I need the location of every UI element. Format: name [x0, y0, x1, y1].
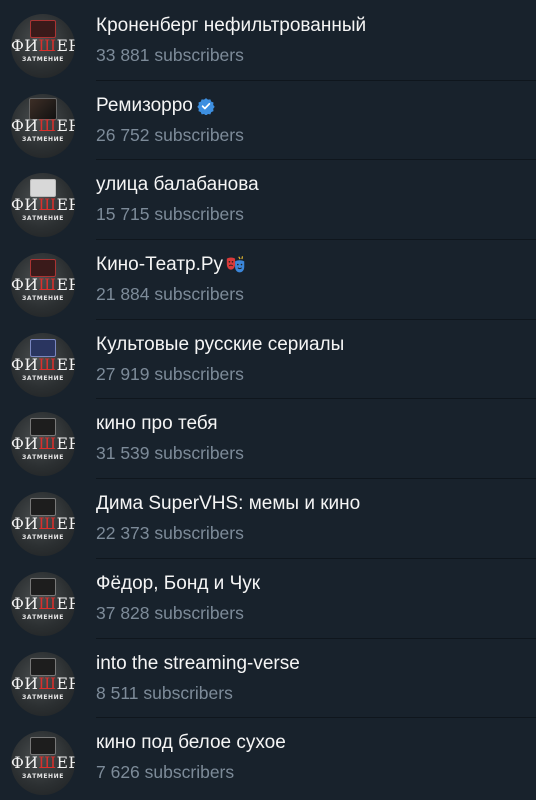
channel-avatar: ФИШЕР ЗАТМЕНИЕ — [11, 651, 75, 716]
channel-title: Кроненберг нефильтрованный — [96, 15, 367, 36]
avatar-subtitle: ЗАТМЕНИЕ — [21, 215, 64, 223]
avatar-thumbnail — [30, 577, 56, 596]
avatar-thumbnail — [30, 737, 56, 756]
channel-avatar: ФИШЕР ЗАТМЕНИЕ — [11, 332, 75, 397]
avatar-subtitle: ЗАТМЕНИЕ — [21, 135, 64, 143]
channel-avatar: ФИШЕР ЗАТМЕНИЕ — [11, 253, 75, 318]
channel-title: улица балабанова — [96, 174, 259, 196]
channel-title: Культовые русские сериалы — [96, 333, 345, 355]
avatar-subtitle: ЗАТМЕНИЕ — [21, 374, 64, 382]
avatar-subtitle: ЗАТМЕНИЕ — [21, 295, 64, 303]
channel-title: Дима SuperVHS: мемы и кино — [96, 493, 361, 515]
channel-avatar: ФИШЕР ЗАТМЕНИЕ — [11, 731, 75, 796]
channel-row[interactable]: ФИШЕР ЗАТМЕНИЕ Культовые русские сериалы… — [0, 318, 536, 399]
avatar-thumbnail — [30, 20, 56, 38]
avatar-brand: ФИШЕР — [11, 594, 75, 613]
channel-avatar: ФИШЕР ЗАТМЕНИЕ — [11, 173, 75, 238]
channel-avatar: ФИШЕР ЗАТМЕНИЕ — [11, 492, 75, 557]
channel-title: кино под белое сухое — [96, 732, 286, 754]
subscriber-count: 37 828 subscribers — [96, 602, 244, 623]
avatar-brand: ФИШЕР — [11, 37, 75, 55]
subscriber-count: 8 511 subscribers — [96, 682, 233, 703]
channel-row[interactable]: ФИШЕР ЗАТМЕНИЕ улица балабанова 15 715 s… — [0, 159, 536, 239]
subscriber-count: 33 881 subscribers — [96, 45, 244, 65]
channel-title: кино про тебя — [96, 413, 218, 435]
avatar-subtitle: ЗАТМЕНИЕ — [21, 534, 64, 542]
avatar-subtitle: ЗАТМЕНИЕ — [21, 773, 64, 781]
channel-row[interactable]: ФИШЕР ЗАТМЕНИЕ Дима SuperVHS: мемы и кин… — [0, 478, 536, 558]
avatar-brand: ФИШЕР — [11, 116, 75, 135]
channel-row[interactable]: ФИШЕР ЗАТМЕНИЕ Кино-Театр.Ру 21 884 subs… — [0, 239, 536, 319]
subscriber-count: 15 715 subscribers — [96, 204, 244, 225]
avatar-brand: ФИШЕР — [11, 355, 75, 374]
subscriber-count: 31 539 subscribers — [96, 443, 244, 464]
channel-list: ФИШЕР ЗАТМЕНИЕ Кроненберг нефильтрованны… — [0, 0, 536, 800]
avatar-brand: ФИШЕР — [11, 754, 75, 773]
avatar-brand: ФИШЕР — [11, 435, 75, 454]
channel-avatar: ФИШЕР ЗАТМЕНИЕ — [11, 412, 75, 477]
avatar-brand: ФИШЕР — [11, 196, 75, 215]
verified-badge-icon — [197, 97, 215, 115]
avatar-subtitle: ЗАТМЕНИЕ — [21, 613, 64, 621]
avatar-brand: ФИШЕР — [11, 674, 75, 693]
subscriber-count: 7 626 subscribers — [96, 762, 235, 783]
channel-row[interactable]: ФИШЕР ЗАТМЕНИЕ into the streaming-verse … — [0, 637, 536, 718]
subscriber-count: 21 884 subscribers — [96, 284, 244, 305]
channel-title: into the streaming-verse — [96, 652, 300, 674]
channel-row[interactable]: ФИШЕР ЗАТМЕНИЕ кино про тебя 31 539 subs… — [0, 398, 536, 478]
channel-title: Фёдор, Бонд и Чук — [96, 572, 261, 594]
channel-row[interactable]: ФИШЕР ЗАТМЕНИЕ кино под белое сухое 7 62… — [0, 717, 536, 797]
subscriber-count: 22 373 subscribers — [96, 523, 244, 544]
channel-avatar: ФИШЕР ЗАТМЕНИЕ — [11, 571, 75, 636]
avatar-thumbnail — [30, 259, 56, 278]
avatar-thumbnail — [30, 338, 56, 357]
subscriber-count: 27 919 subscribers — [96, 363, 244, 384]
channel-avatar: ФИШЕР ЗАТМЕНИЕ — [11, 14, 75, 78]
avatar-brand: ФИШЕР — [11, 515, 75, 534]
avatar-subtitle: ЗАТМЕНИЕ — [21, 454, 64, 462]
avatar-thumbnail — [30, 498, 56, 517]
avatar-thumbnail — [30, 418, 56, 437]
avatar-thumbnail — [30, 179, 56, 198]
channel-title: Ремизорро — [96, 94, 526, 118]
subscriber-count: 26 752 subscribers — [96, 124, 244, 145]
channel-title: Кино-Театр.Ру — [96, 253, 526, 277]
theater-masks-icon — [226, 256, 245, 273]
channel-row[interactable]: ФИШЕР ЗАТМЕНИЕ Кроненберг нефильтрованны… — [0, 0, 536, 80]
avatar-brand: ФИШЕР — [11, 276, 75, 295]
channel-avatar: ФИШЕР ЗАТМЕНИЕ — [11, 93, 75, 158]
channel-row[interactable]: ФИШЕР ЗАТМЕНИЕ Фёдор, Бонд и Чук 37 828 … — [0, 557, 536, 638]
avatar-thumbnail — [30, 657, 56, 676]
channel-row[interactable]: ФИШЕР ЗАТМЕНИЕ Ремизорро 26 752 subscrib… — [0, 79, 536, 160]
avatar-subtitle: ЗАТМЕНИЕ — [21, 693, 64, 701]
avatar-subtitle: ЗАТМЕНИЕ — [21, 56, 64, 63]
